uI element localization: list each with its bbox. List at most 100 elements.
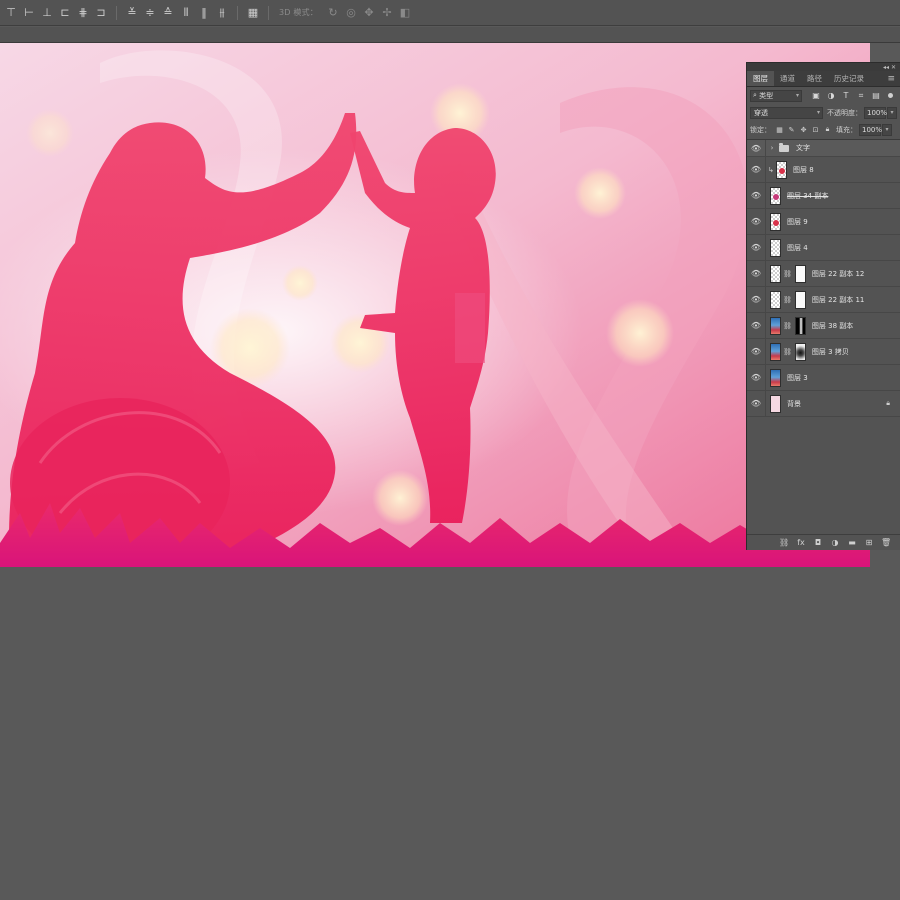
tab-paths[interactable]: 路径: [801, 71, 828, 86]
filter-pixel-icon[interactable]: ▣: [810, 90, 822, 102]
scale-3d-icon[interactable]: ◧: [396, 4, 414, 22]
thumbnail-content: [779, 167, 785, 174]
eye-icon[interactable]: 👁︎: [747, 165, 765, 174]
divider: [765, 235, 766, 260]
fill-input[interactable]: 100%: [859, 123, 882, 136]
tab-history[interactable]: 历史记录: [828, 71, 870, 86]
lock-label: 锁定：: [750, 125, 771, 134]
divider: [765, 140, 766, 156]
distribute-right-icon[interactable]: ⫵: [213, 4, 231, 22]
layer-thumbnail: [770, 186, 781, 205]
layer-thumbnail: [770, 212, 781, 231]
distribute-vcenter-icon[interactable]: ≑: [141, 4, 159, 22]
layer-row[interactable]: 👁︎ ⛓︎ 图层 3 拷贝: [747, 339, 900, 365]
layer-row[interactable]: 👁︎ 图层 9: [747, 209, 900, 235]
link-layers-icon[interactable]: ⛓︎: [779, 538, 789, 547]
tab-channels[interactable]: 通道: [774, 71, 801, 86]
tab-layers[interactable]: 图层: [747, 71, 774, 86]
lock-transparency-icon[interactable]: ▦: [775, 125, 784, 135]
link-icon: ⛓︎: [783, 295, 792, 304]
layer-row[interactable]: 👁︎ 图层 3: [747, 365, 900, 391]
new-layer-icon[interactable]: ⊞: [864, 538, 874, 547]
filter-toggle-icon[interactable]: [888, 93, 893, 98]
layer-thumbnail: [770, 238, 781, 257]
layers-panel: ◂◂ ✕ 图层 通道 路径 历史记录 ≡ ⌕ 类型 ▾ ▣ ◑ T ⌗ ▤ 穿透…: [746, 62, 900, 550]
slide-3d-icon[interactable]: ✢: [378, 4, 396, 22]
layer-thumbnail: [770, 316, 781, 335]
align-bottom-icon[interactable]: ⊥: [38, 4, 56, 22]
lock-pixels-icon[interactable]: ✎: [787, 125, 796, 135]
align-right-icon[interactable]: ⊐: [92, 4, 110, 22]
layer-row[interactable]: 👁︎ 图层 34 副本: [747, 183, 900, 209]
layer-row[interactable]: 👁︎ ↳ 图层 8: [747, 157, 900, 183]
separator: [268, 5, 269, 20]
document-canvas[interactable]: [0, 43, 870, 567]
trash-icon[interactable]: 🗑︎: [881, 538, 891, 547]
align-hcenter-icon[interactable]: ⋕: [74, 4, 92, 22]
adjustment-layer-icon[interactable]: ◑: [830, 538, 840, 547]
layer-thumbnail: [770, 394, 781, 413]
eye-icon[interactable]: 👁︎: [747, 321, 765, 330]
fill-dropdown-icon[interactable]: ▾: [882, 123, 892, 136]
layer-name: 图层 34 副本: [787, 191, 829, 200]
panel-tabs: 图层 通道 路径 历史记录 ≡: [747, 71, 900, 87]
opacity-dropdown-icon[interactable]: ▾: [887, 106, 897, 119]
blend-mode-select[interactable]: 穿透 ▾: [750, 106, 823, 119]
layer-row-group[interactable]: 👁︎ › 文字: [747, 140, 900, 157]
layer-row[interactable]: 👁︎ ⛓︎ 图层 22 副本 12: [747, 261, 900, 287]
eye-icon[interactable]: 👁︎: [747, 399, 765, 408]
rotate-3d-icon[interactable]: ↻: [324, 4, 342, 22]
layer-thumbnail: [770, 342, 781, 361]
layer-list: 👁︎ › 文字 👁︎ ↳ 图层 8 👁︎ 图层 34 副本 👁︎ 图层 9 👁︎…: [747, 139, 900, 417]
eye-icon[interactable]: 👁︎: [747, 191, 765, 200]
roll-3d-icon[interactable]: ◎: [342, 4, 360, 22]
eye-icon[interactable]: 👁︎: [747, 243, 765, 252]
layer-thumbnail: [770, 290, 781, 309]
lock-artboard-icon[interactable]: ⊡: [811, 125, 820, 135]
drag-3d-icon[interactable]: ✥: [360, 4, 378, 22]
opacity-input[interactable]: 100%: [864, 106, 887, 119]
align-left-icon[interactable]: ⊏: [56, 4, 74, 22]
eye-icon[interactable]: 👁︎: [747, 373, 765, 382]
lock-all-icon[interactable]: 🔒︎: [823, 125, 832, 135]
distribute-bottom-icon[interactable]: ≙: [159, 4, 177, 22]
eye-icon[interactable]: 👁︎: [747, 144, 765, 153]
layer-mask-thumbnail[interactable]: [794, 342, 806, 361]
lock-position-icon[interactable]: ✥: [799, 125, 808, 135]
align-top-icon[interactable]: ⊤: [2, 4, 20, 22]
distribute-left-icon[interactable]: ⫴: [177, 4, 195, 22]
chevron-right-icon[interactable]: ›: [768, 144, 776, 152]
filter-shape-icon[interactable]: ⌗: [855, 90, 867, 102]
filter-type-icon[interactable]: T: [840, 90, 852, 102]
filter-smart-object-icon[interactable]: ▤: [870, 90, 882, 102]
blend-row: 穿透 ▾ 不透明度： 100% ▾: [747, 104, 900, 121]
layer-thumbnail: [770, 264, 781, 283]
layer-mask-thumbnail[interactable]: [794, 316, 806, 335]
layer-filter-select[interactable]: ⌕ 类型 ▾: [750, 89, 802, 102]
layer-name: 图层 3 拷贝: [811, 347, 849, 356]
panel-menu-icon[interactable]: ≡: [887, 71, 900, 86]
divider: [765, 313, 766, 338]
layer-mask-thumbnail[interactable]: [794, 290, 806, 309]
fx-icon[interactable]: fx: [796, 538, 806, 547]
auto-align-icon[interactable]: ▦: [244, 4, 262, 22]
eye-icon[interactable]: 👁︎: [747, 217, 765, 226]
distribute-hcenter-icon[interactable]: ‖: [195, 4, 213, 22]
eye-icon[interactable]: 👁︎: [747, 269, 765, 278]
lock-icon: 🔒︎: [886, 399, 890, 407]
layer-row[interactable]: 👁︎ ⛓︎ 图层 22 副本 11: [747, 287, 900, 313]
filter-adjustment-icon[interactable]: ◑: [825, 90, 837, 102]
layer-row[interactable]: 👁︎ ⛓︎ 图层 38 副本: [747, 313, 900, 339]
eye-icon[interactable]: 👁︎: [747, 295, 765, 304]
panel-collapse-bar[interactable]: ◂◂ ✕: [747, 63, 900, 71]
distribute-top-icon[interactable]: ≚: [123, 4, 141, 22]
align-vcenter-icon[interactable]: ⊢: [20, 4, 38, 22]
layer-name: 图层 38 副本: [811, 321, 854, 330]
new-group-icon[interactable]: ▬: [847, 538, 857, 547]
chevron-down-icon: ▾: [795, 92, 799, 99]
eye-icon[interactable]: 👁︎: [747, 347, 765, 356]
layer-row[interactable]: 👁︎ 图层 4: [747, 235, 900, 261]
add-mask-icon[interactable]: ◘: [813, 538, 823, 547]
layer-row-background[interactable]: 👁︎ 背景 🔒︎: [747, 391, 900, 417]
layer-mask-thumbnail[interactable]: [794, 264, 806, 283]
